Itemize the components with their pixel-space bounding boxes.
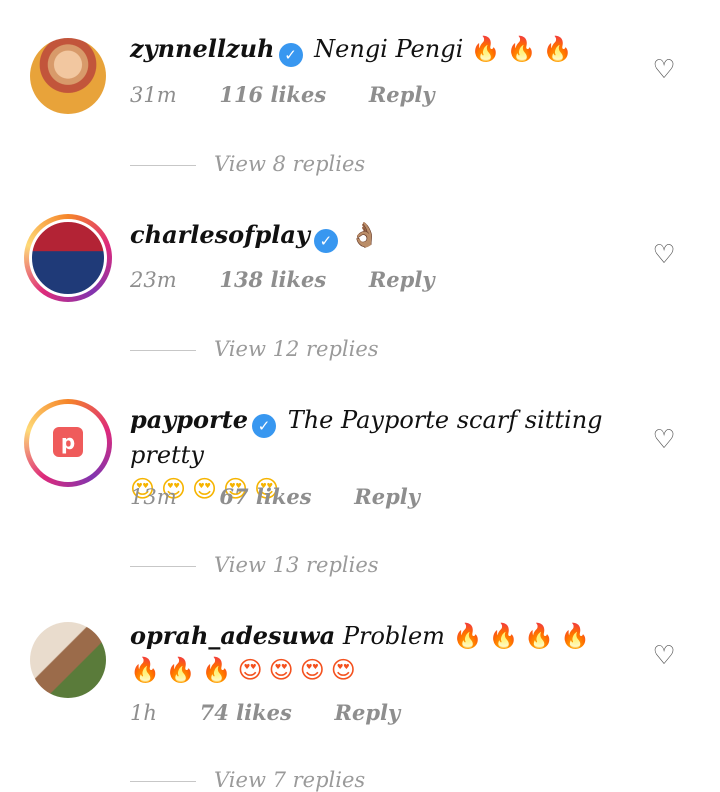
comment-body: oprah_adesuwa Problem 🔥🔥🔥🔥🔥🔥🔥😍😍😍😍: [130, 619, 630, 687]
view-replies-button[interactable]: View 8 replies: [130, 152, 365, 176]
like-count[interactable]: 138 likes: [219, 267, 326, 292]
comment-text: Problem: [342, 622, 445, 650]
verified-badge-icon: ✓: [313, 229, 338, 253]
reply-button[interactable]: Reply: [354, 484, 420, 509]
divider-line: [130, 165, 196, 166]
view-replies-label: View 7 replies: [214, 768, 366, 792]
username[interactable]: charlesofplay: [130, 220, 310, 249]
view-replies-label: View 12 replies: [214, 337, 379, 361]
divider-line: [130, 781, 196, 782]
comment-text: Nengi Pengi: [314, 35, 464, 63]
comment-emojis: 👌🏽: [349, 221, 386, 249]
like-count[interactable]: 116 likes: [219, 82, 326, 107]
verified-badge-icon: ✓: [252, 414, 277, 438]
username[interactable]: payporte: [130, 405, 248, 434]
reply-button[interactable]: Reply: [335, 700, 401, 725]
divider-line: [130, 350, 196, 351]
reply-button[interactable]: Reply: [369, 267, 435, 292]
avatar-image: [29, 219, 107, 297]
comment-time: 23m: [130, 268, 177, 292]
comment-time: 13m: [130, 485, 177, 509]
heart-outline-icon[interactable]: ♡: [652, 643, 676, 669]
heart-outline-icon[interactable]: ♡: [652, 57, 676, 83]
username[interactable]: oprah_adesuwa: [130, 621, 335, 650]
reply-button[interactable]: Reply: [369, 82, 435, 107]
comment-body: zynnellzuh ✓ Nengi Pengi 🔥🔥🔥: [130, 32, 630, 67]
comment-emojis: 🔥🔥🔥: [470, 35, 579, 63]
heart-outline-icon[interactable]: ♡: [652, 242, 676, 268]
comment-time: 1h: [130, 701, 157, 725]
comment-meta: 1h 74 likes Reply: [130, 700, 436, 725]
view-replies-label: View 13 replies: [214, 553, 379, 577]
avatar[interactable]: p: [24, 399, 112, 487]
comment-meta: 13m 67 likes Reply: [130, 484, 456, 509]
view-replies-button[interactable]: View 7 replies: [130, 768, 365, 792]
view-replies-label: View 8 replies: [214, 152, 366, 176]
avatar[interactable]: [24, 214, 112, 302]
view-replies-button[interactable]: View 13 replies: [130, 553, 379, 577]
divider-line: [130, 566, 196, 567]
comment-meta: 23m 138 likes Reply: [130, 267, 471, 292]
comment-time: 31m: [130, 83, 177, 107]
avatar-image: p: [29, 404, 107, 482]
like-count[interactable]: 67 likes: [219, 484, 311, 509]
verified-badge-icon: ✓: [278, 43, 303, 67]
view-replies-button[interactable]: View 12 replies: [130, 337, 379, 361]
username[interactable]: zynnellzuh: [130, 34, 275, 63]
like-count[interactable]: 74 likes: [200, 700, 292, 725]
avatar[interactable]: [30, 38, 106, 114]
shopping-bag-icon: p: [53, 427, 83, 457]
heart-outline-icon[interactable]: ♡: [652, 427, 676, 453]
comment-meta: 31m 116 likes Reply: [130, 82, 471, 107]
comment-body: charlesofplay ✓ 👌🏽: [130, 218, 630, 253]
avatar[interactable]: [30, 622, 106, 698]
